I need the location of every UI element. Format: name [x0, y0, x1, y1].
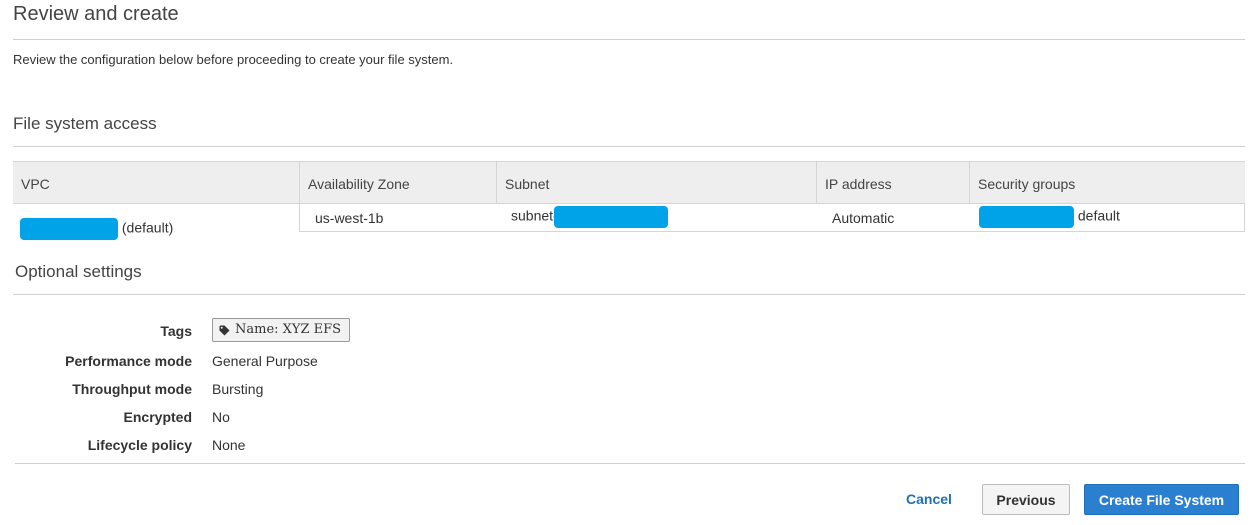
page-intro: Review the configuration below before pr…	[13, 52, 454, 67]
page-title: Review and create	[13, 3, 179, 25]
performance-mode-value: General Purpose	[212, 353, 318, 369]
lifecycle-policy-label: Lifecycle policy	[87, 437, 192, 453]
security-group-name: default	[1077, 207, 1120, 224]
file-system-access-title: File system access	[13, 114, 157, 133]
cancel-link[interactable]: Cancel	[906, 491, 952, 507]
redacted-vpc-id	[20, 218, 118, 240]
tag-icon	[219, 324, 230, 336]
performance-mode-label: Performance mode	[65, 353, 192, 369]
tag-chip-label: Name: XYZ EFS	[235, 322, 342, 337]
security-groups-cell: default	[979, 206, 1120, 228]
table-row: (default) us-west-1b subnet- Automatic d…	[13, 204, 1245, 244]
column-header-availability-zone: Availability Zone	[299, 162, 496, 203]
create-file-system-button[interactable]: Create File System	[1084, 484, 1239, 515]
throughput-mode-label: Throughput mode	[72, 381, 192, 397]
file-system-access-table: VPC Availability Zone Subnet IP address …	[13, 161, 1245, 244]
lifecycle-policy-value: None	[212, 437, 246, 453]
access-divider	[13, 146, 1245, 147]
encrypted-value: No	[212, 409, 230, 425]
column-header-security-groups: Security groups	[969, 162, 1245, 203]
footer-divider	[15, 463, 1245, 464]
tag-chip[interactable]: Name: XYZ EFS	[212, 318, 351, 342]
optional-settings-divider	[13, 294, 1245, 295]
title-divider	[13, 39, 1245, 40]
redacted-security-group-id	[979, 206, 1074, 228]
vpc-default-label: (default)	[121, 219, 174, 236]
subnet-prefix: subnet-	[511, 207, 558, 224]
ip-address-cell: Automatic	[832, 210, 895, 226]
column-header-subnet: Subnet	[496, 162, 816, 203]
previous-button[interactable]: Previous	[982, 484, 1070, 515]
review-and-create-page: Review and create Review the configurati…	[0, 0, 1260, 525]
subnet-cell: subnet-	[511, 206, 668, 228]
throughput-mode-value: Bursting	[212, 381, 264, 397]
redacted-subnet-id	[553, 206, 668, 228]
table-header-row: VPC Availability Zone Subnet IP address …	[13, 161, 1245, 204]
availability-zone-cell: us-west-1b	[315, 210, 384, 226]
vpc-cell: (default)	[20, 218, 173, 240]
optional-settings-title: Optional settings	[15, 262, 142, 281]
column-header-vpc: VPC	[21, 176, 50, 192]
column-header-ip-address: IP address	[816, 162, 969, 203]
encrypted-label: Encrypted	[123, 409, 192, 425]
tags-label: Tags	[160, 323, 192, 339]
